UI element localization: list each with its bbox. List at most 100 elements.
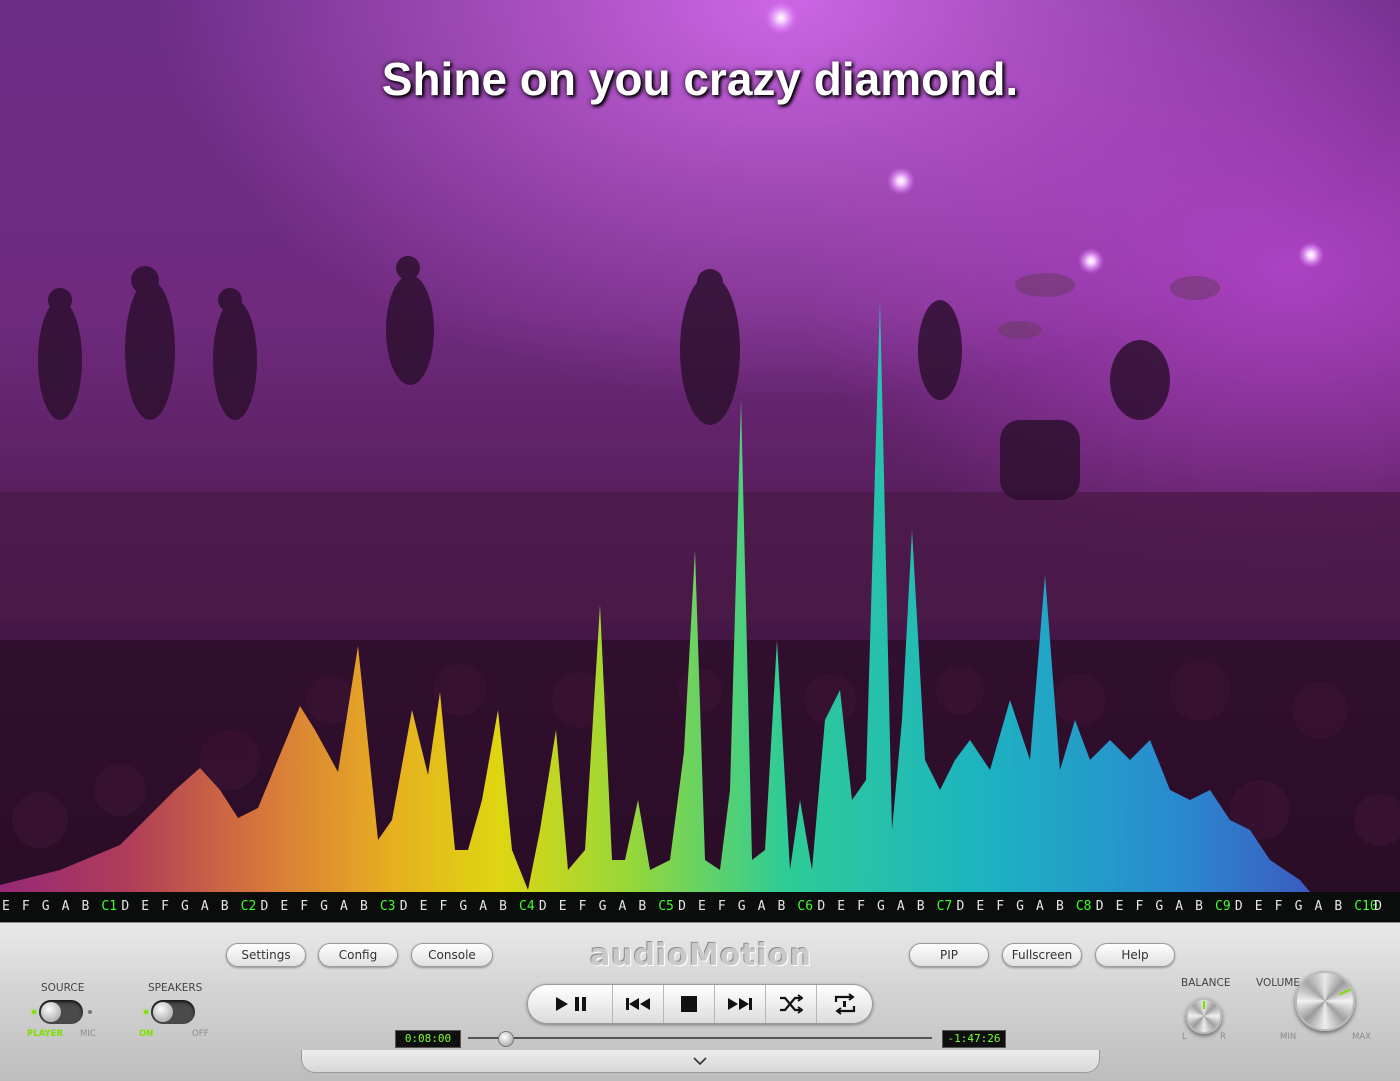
note-label: D [538, 899, 547, 914]
switch-knob [153, 1002, 173, 1022]
note-label: D [956, 899, 965, 914]
console-button[interactable]: Console [411, 943, 493, 967]
note-label: F [996, 899, 1005, 914]
elapsed-time: 0:08:00 [395, 1030, 461, 1048]
note-label: B [1195, 899, 1203, 914]
note-label: D [1374, 899, 1382, 914]
note-label: G [876, 899, 885, 914]
playlist-drawer-toggle[interactable] [301, 1050, 1100, 1073]
note-label: F [1274, 899, 1283, 914]
help-button[interactable]: Help [1095, 943, 1175, 967]
note-label: F [1135, 899, 1144, 914]
repeat-button[interactable] [817, 985, 872, 1023]
note-label: G [320, 899, 328, 914]
note-label: G [1155, 899, 1164, 914]
note-label: A [1036, 899, 1044, 914]
note-label: E [2, 899, 10, 914]
balance-left-label: L [1182, 1032, 1187, 1042]
note-label: D [121, 899, 130, 914]
source-mic-label: MIC [80, 1029, 96, 1039]
source-switch[interactable] [39, 1000, 83, 1024]
volume-min-label: MIN [1280, 1032, 1297, 1042]
repeat-icon [834, 993, 855, 1015]
note-label: G [737, 899, 746, 914]
balance-label: BALANCE [1181, 977, 1231, 989]
note-label: D [817, 899, 826, 914]
note-label: E [280, 899, 289, 914]
note-label: B [1055, 899, 1064, 914]
note-label: B [638, 899, 647, 914]
stop-icon [681, 996, 697, 1012]
note-label: A [896, 899, 905, 914]
note-label: C9 [1215, 899, 1231, 914]
transport-controls [527, 984, 873, 1024]
lyrics-text: Shine on you crazy diamond. [381, 53, 1019, 105]
note-label: D [678, 899, 686, 914]
note-label: G [598, 899, 607, 914]
config-button[interactable]: Config [318, 943, 398, 967]
speakers-switch[interactable] [151, 1000, 195, 1024]
previous-button[interactable] [613, 985, 664, 1023]
note-label: F [717, 899, 726, 914]
concert-photo [0, 0, 1400, 892]
note-label: B [499, 899, 507, 914]
source-player-label: PLAYER [27, 1029, 63, 1039]
note-label: E [141, 899, 150, 914]
balance-indicator [1203, 1001, 1205, 1009]
note-label: C2 [240, 899, 257, 914]
note-label: A [61, 899, 70, 914]
speakers-label: SPEAKERS [148, 982, 203, 994]
progress-track[interactable] [468, 1037, 932, 1039]
note-label: C8 [1075, 899, 1092, 914]
volume-max-label: MAX [1352, 1032, 1371, 1042]
progress-thumb[interactable] [498, 1031, 514, 1047]
note-label: B [1334, 899, 1343, 914]
note-label: B [220, 899, 229, 914]
note-label: A [757, 899, 766, 914]
note-label: B [916, 899, 925, 914]
note-label: A [200, 899, 209, 914]
play-pause-icon [556, 997, 586, 1011]
note-label: E [1115, 899, 1124, 914]
note-label: E [1254, 899, 1263, 914]
play-pause-button[interactable] [528, 985, 613, 1023]
fullscreen-button[interactable]: Fullscreen [1002, 943, 1082, 967]
note-label: E [419, 899, 428, 914]
note-label: D [1234, 899, 1243, 914]
note-label: F [161, 899, 169, 914]
pip-button[interactable]: PIP [909, 943, 989, 967]
next-button[interactable] [715, 985, 766, 1023]
note-label: C7 [936, 899, 953, 914]
shuffle-icon [780, 994, 803, 1014]
volume-label: VOLUME [1256, 977, 1300, 989]
note-label: C5 [658, 899, 674, 914]
speakers-on-led [144, 1010, 148, 1014]
note-label: B [777, 899, 786, 914]
previous-track-icon [626, 998, 650, 1010]
speakers-on-label: ON [139, 1029, 154, 1039]
switch-knob [41, 1002, 61, 1022]
note-label: C4 [519, 899, 535, 914]
note-label: C1 [101, 899, 118, 914]
settings-button[interactable]: Settings [226, 943, 306, 967]
note-label: G [41, 899, 50, 914]
chevron-down-icon [693, 1057, 707, 1066]
volume-knob[interactable] [1295, 971, 1355, 1031]
note-label: F [578, 899, 587, 914]
note-label: G [459, 899, 468, 914]
visualizer-area: Shine on you crazy diamond. [0, 0, 1400, 892]
source-player-led [32, 1010, 36, 1014]
source-mic-led [88, 1010, 92, 1014]
note-label: E [837, 899, 846, 914]
balance-knob[interactable] [1186, 998, 1222, 1034]
note-label: E [976, 899, 985, 914]
balance-right-label: R [1220, 1032, 1226, 1042]
note-label: G [1294, 899, 1303, 914]
shuffle-button[interactable] [766, 985, 817, 1023]
note-label: E [698, 899, 706, 914]
note-label: E [558, 899, 567, 914]
note-label: C3 [379, 899, 396, 914]
note-label: F [439, 899, 448, 914]
stop-button[interactable] [664, 985, 715, 1023]
volume-indicator [1339, 988, 1351, 996]
